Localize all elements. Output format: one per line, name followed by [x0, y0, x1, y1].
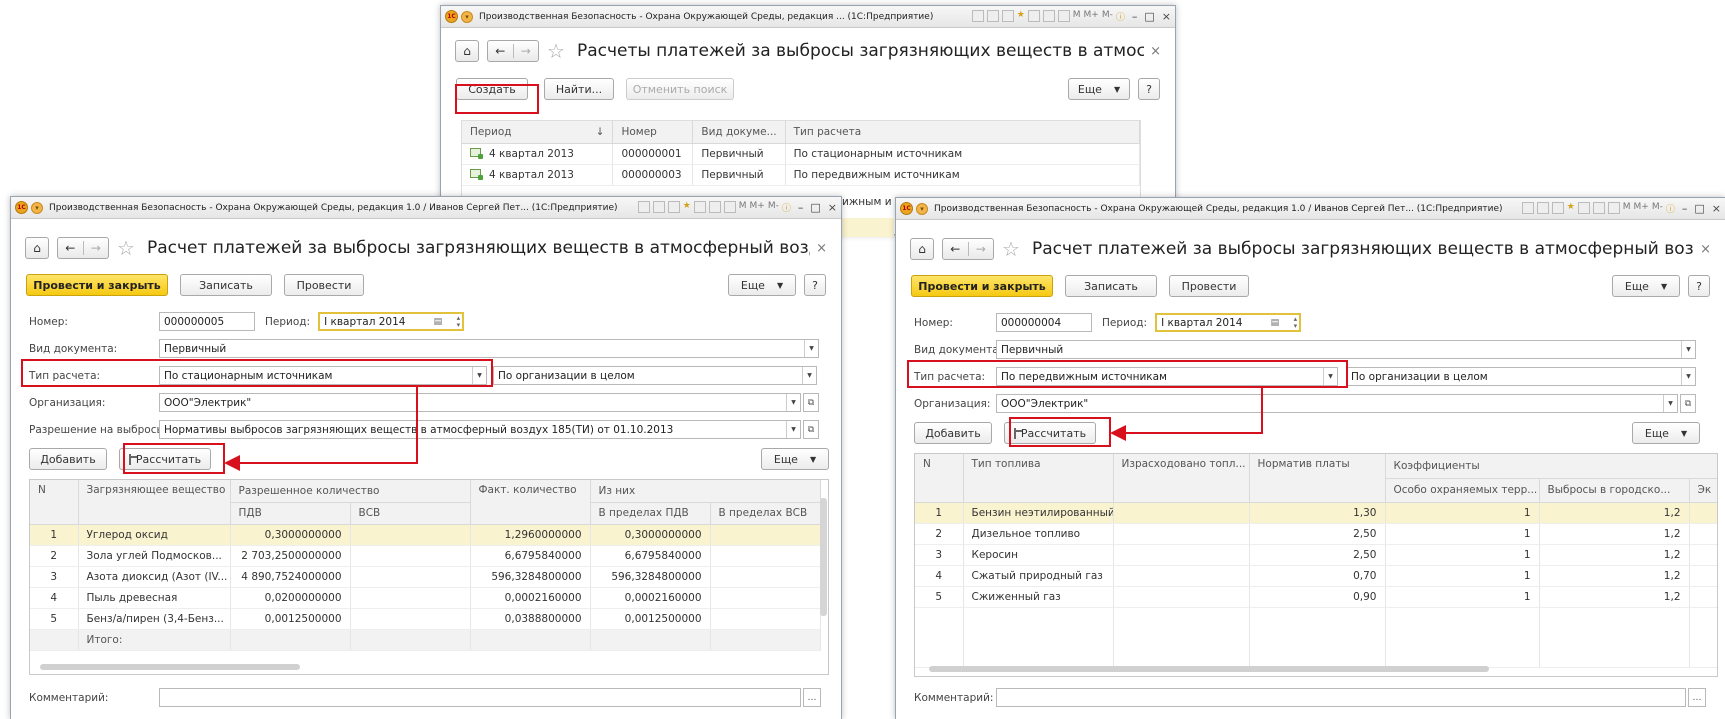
arrow-right: [1110, 388, 1263, 441]
arrow-left: [224, 387, 418, 471]
annotation-arrows: [224, 387, 1263, 471]
